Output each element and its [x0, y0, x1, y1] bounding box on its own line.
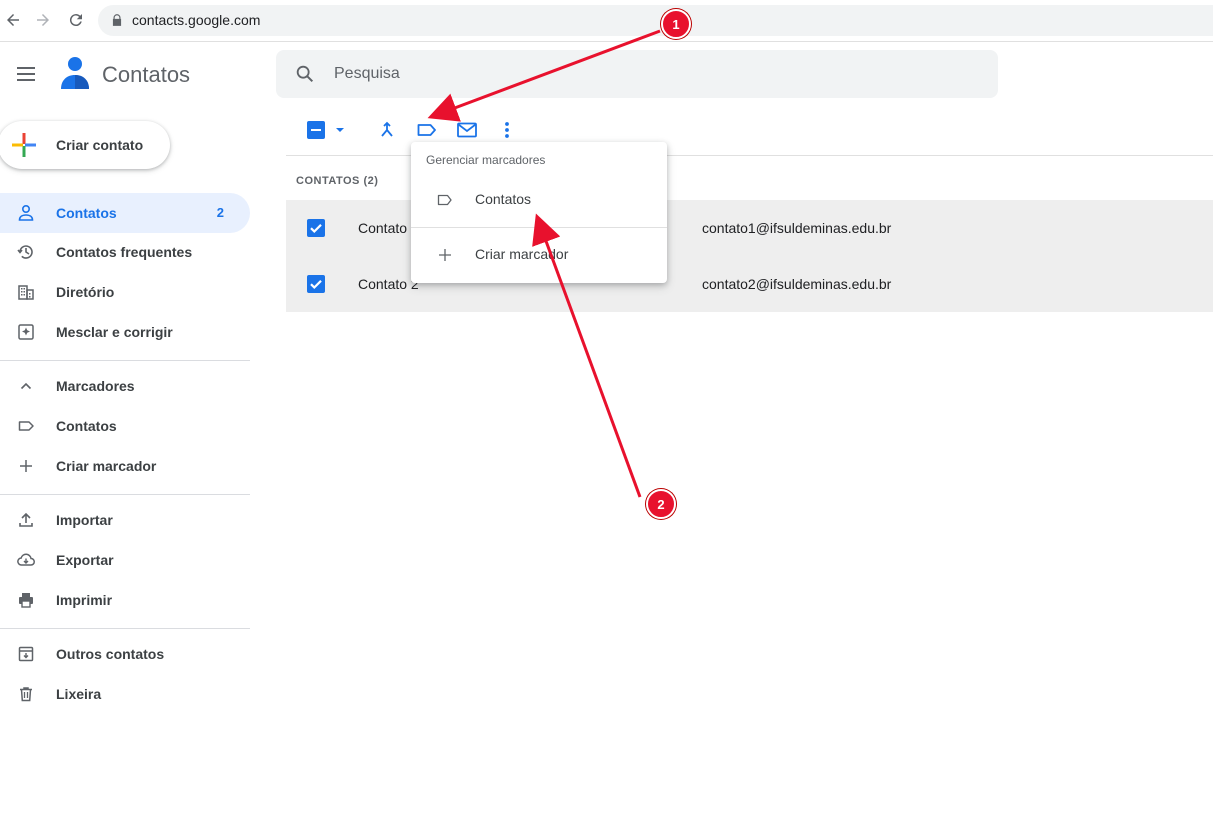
create-contact-label: Criar contato — [56, 137, 144, 153]
back-icon[interactable] — [3, 10, 23, 30]
sidebar-item-create-label[interactable]: Criar marcador — [0, 446, 250, 486]
merge-fix-icon — [18, 324, 34, 340]
archive-icon — [18, 646, 34, 662]
row-checkbox[interactable] — [307, 219, 325, 237]
sidebar-item-label: Lixeira — [56, 686, 102, 702]
sidebar-item-label: Imprimir — [56, 592, 113, 608]
annotation-badge-1: 1 — [661, 9, 691, 39]
sidebar-item-contacts[interactable]: Contatos 2 — [0, 193, 250, 233]
manage-labels-icon[interactable] — [415, 118, 439, 142]
app-title: Contatos — [102, 62, 191, 87]
sidebar-item-label: Contatos frequentes — [56, 244, 193, 260]
label-icon — [437, 194, 452, 206]
search-icon[interactable] — [294, 63, 316, 85]
sidebar-divider — [0, 360, 250, 361]
menu-divider — [411, 227, 667, 228]
create-contact-button[interactable]: Criar contato — [0, 121, 170, 169]
sidebar-item-label: Contatos — [56, 418, 117, 434]
contact-email: contato2@ifsuldeminas.edu.br — [702, 276, 892, 292]
plus-icon — [20, 460, 32, 472]
address-bar[interactable]: contacts.google.com — [98, 5, 1213, 36]
send-email-icon[interactable] — [455, 118, 479, 142]
sidebar-item-other-contacts[interactable]: Outros contatos — [0, 634, 250, 674]
chevron-up-icon — [20, 382, 32, 390]
main-menu-icon[interactable] — [16, 64, 38, 84]
upload-icon — [19, 512, 33, 527]
sidebar-item-import[interactable]: Importar — [0, 500, 250, 540]
sidebar-item-label: Contatos — [56, 205, 117, 221]
contact-name: Contato 2 — [358, 276, 419, 292]
sidebar-item-label: Mesclar e corrigir — [56, 324, 173, 340]
menu-item-create-label[interactable]: Criar marcador — [411, 235, 667, 275]
sidebar-item-frequent[interactable]: Contatos frequentes — [0, 232, 250, 272]
building-icon — [18, 285, 34, 300]
contact-name: Contato 1 — [358, 220, 419, 236]
forward-icon[interactable] — [33, 10, 53, 30]
plus-icon — [439, 249, 451, 261]
sidebar-divider — [0, 494, 250, 495]
row-checkbox[interactable] — [307, 275, 325, 293]
sidebar-item-label: Exportar — [56, 552, 114, 568]
trash-icon — [20, 687, 32, 702]
sidebar-item-export[interactable]: Exportar — [0, 540, 250, 580]
sidebar-item-label: Importar — [56, 512, 113, 528]
url-text: contacts.google.com — [132, 12, 261, 28]
select-all-checkbox[interactable] — [305, 118, 349, 142]
history-icon — [17, 245, 33, 259]
sidebar-labels-header[interactable]: Marcadores — [0, 366, 250, 406]
printer-icon — [19, 593, 33, 608]
sidebar-item-label: Criar marcador — [56, 458, 157, 474]
sidebar-item-label: Outros contatos — [56, 646, 165, 662]
sidebar-item-print[interactable]: Imprimir — [0, 580, 250, 620]
more-options-icon[interactable] — [495, 118, 519, 142]
merge-icon[interactable] — [375, 118, 399, 142]
reload-icon[interactable] — [66, 10, 86, 30]
cloud-download-icon — [17, 553, 35, 566]
search-bar[interactable] — [276, 50, 998, 98]
sidebar-divider — [0, 628, 250, 629]
menu-title: Gerenciar marcadores — [426, 153, 546, 167]
contact-email: contato1@ifsuldeminas.edu.br — [702, 220, 892, 236]
sidebar-item-label: Marcadores — [56, 378, 135, 394]
contacts-count: 2 — [216, 205, 224, 220]
sidebar-item-merge[interactable]: Mesclar e corrigir — [0, 312, 250, 352]
sidebar-item-label: Diretório — [56, 284, 115, 300]
lock-icon — [112, 14, 122, 26]
sidebar-item-directory[interactable]: Diretório — [0, 272, 250, 312]
browser-toolbar: contacts.google.com — [0, 0, 1213, 42]
search-input[interactable] — [334, 60, 934, 88]
sidebar-item-label-contacts[interactable]: Contatos — [0, 406, 250, 446]
manage-labels-menu: Gerenciar marcadores Contatos Criar marc… — [411, 142, 667, 283]
menu-item-contacts[interactable]: Contatos — [411, 180, 667, 220]
annotation-badge-2: 2 — [646, 489, 676, 519]
menu-item-label: Criar marcador — [475, 246, 569, 262]
person-icon — [18, 204, 34, 221]
sidebar-item-trash[interactable]: Lixeira — [0, 674, 250, 714]
contacts-logo-icon — [61, 57, 89, 89]
plus-color-icon — [12, 133, 36, 157]
label-icon — [18, 421, 34, 431]
menu-item-label: Contatos — [475, 191, 532, 207]
contacts-list-header: CONTATOS (2) — [296, 175, 379, 187]
